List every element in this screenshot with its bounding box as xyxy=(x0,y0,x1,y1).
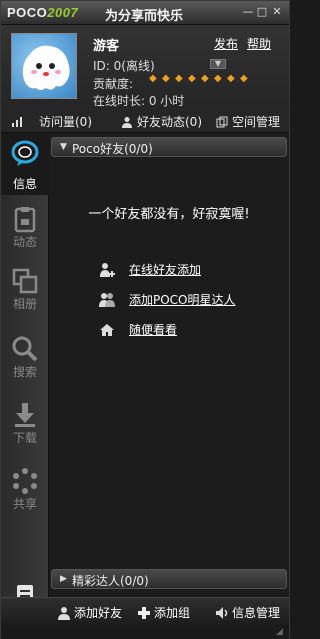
add-person-icon xyxy=(100,262,115,277)
avatar[interactable] xyxy=(11,33,77,99)
copy-pages-icon xyxy=(216,116,228,127)
logo-year: 2007 xyxy=(47,5,79,20)
clipboard-icon xyxy=(14,207,36,233)
person-icon xyxy=(58,606,70,620)
contribution-label: 贡献度: xyxy=(93,77,134,91)
expand-arrow-icon: ▼ xyxy=(60,142,67,152)
add-poco-star-label: 添加POCO明星达人 xyxy=(129,293,236,307)
browse-random-label: 随便看看 xyxy=(129,323,178,337)
nav-item-album[interactable]: 相册 xyxy=(1,261,49,323)
diamond-icon: ◆ xyxy=(201,73,209,84)
nav-label-search: 搜索 xyxy=(12,365,37,379)
add-online-friend-label: 在线好友添加 xyxy=(129,263,202,277)
visits-stat[interactable]: 访问量(0) xyxy=(11,113,92,130)
title-bar[interactable]: POCO2007 为分享而快乐 — □ ✕ xyxy=(1,1,289,25)
download-icon xyxy=(15,403,35,427)
home-icon xyxy=(100,323,114,336)
photo-album-icon xyxy=(12,268,38,294)
add-group-label: 添加组 xyxy=(154,606,191,620)
nav-item-search[interactable]: 搜索 xyxy=(1,329,49,391)
person-icon xyxy=(122,116,132,128)
bar-chart-icon xyxy=(12,116,22,127)
diamond-icon: ◆ xyxy=(227,73,235,84)
resize-grip-icon[interactable]: ◢ xyxy=(276,627,286,637)
browse-random-link[interactable]: 随便看看 xyxy=(99,321,177,338)
group-title-featured: 精彩达人(0/0) xyxy=(72,574,149,588)
diamond-icon: ◆ xyxy=(149,73,157,84)
nav-label-album: 相册 xyxy=(12,297,37,311)
add-online-friend-link[interactable]: 在线好友添加 xyxy=(99,261,201,278)
message-manage-label: 信息管理 xyxy=(232,606,281,620)
plus-icon xyxy=(138,606,150,619)
space-manage-label: 空间管理 xyxy=(232,115,281,129)
diamond-icon: ◆ xyxy=(240,73,248,84)
add-friend-button[interactable]: 添加好友 xyxy=(57,604,122,621)
diamond-icon: ◆ xyxy=(214,73,222,84)
logo-text: POCO xyxy=(7,5,48,20)
online-duration: 在线时长: 0 小时 xyxy=(93,94,185,108)
message-manage-button[interactable]: 信息管理 xyxy=(215,604,280,621)
publish-link[interactable]: 发布 xyxy=(214,35,238,52)
contribution-diamonds: ◆ ◆ ◆ ◆ ◆ ◆ ◆ ◆ xyxy=(149,74,253,84)
speaker-icon xyxy=(216,606,228,619)
add-group-button[interactable]: 添加组 xyxy=(137,604,190,621)
nav-item-download[interactable]: 下载 xyxy=(1,395,49,457)
nav-label-messages: 信息 xyxy=(12,177,37,191)
empty-friends-message: 一个好友都没有，好寂寞喔! xyxy=(88,207,250,222)
maximize-button[interactable]: □ xyxy=(255,5,269,19)
group-title-poco-friends: Poco好友(0/0) xyxy=(72,142,153,156)
profile-panel: 游客 发布 帮助 ID: 0(离线) ▼ 贡献度: ◆ ◆ ◆ ◆ ◆ ◆ ◆ … xyxy=(1,25,289,109)
stats-bar: 访问量(0) 好友动态(0) 空间管理 xyxy=(1,109,289,133)
friend-updates-stat[interactable]: 好友动态(0) xyxy=(121,113,202,130)
close-button[interactable]: ✕ xyxy=(270,5,284,19)
poco-window: POCO2007 为分享而快乐 — □ ✕ 游客 发布 帮助 ID: 0(离线)… xyxy=(0,0,290,639)
people-icon xyxy=(99,292,115,307)
ghost-avatar-icon xyxy=(22,45,70,90)
nav-item-updates[interactable]: 动态 xyxy=(1,199,49,261)
add-poco-star-link[interactable]: 添加POCO明星达人 xyxy=(99,291,236,308)
share-dots-icon xyxy=(13,468,37,494)
search-icon xyxy=(12,336,38,362)
space-manage-stat[interactable]: 空间管理 xyxy=(216,113,280,130)
status-bar: ◢ xyxy=(1,625,289,639)
bottom-toolbar: 添加好友 添加组 信息管理 xyxy=(1,597,289,625)
collapse-arrow-icon: ▶ xyxy=(60,574,67,584)
nav-label-download: 下载 xyxy=(12,431,37,445)
main-panel: ▼ Poco好友(0/0) 一个好友都没有，好寂寞喔! 在线好友添加 添加POC… xyxy=(49,133,289,625)
minimize-button[interactable]: — xyxy=(241,5,255,19)
diamond-icon: ◆ xyxy=(188,73,196,84)
visits-label: 访问量(0) xyxy=(39,115,92,129)
group-header-poco-friends[interactable]: ▼ Poco好友(0/0) xyxy=(51,137,287,157)
app-logo: POCO2007 xyxy=(7,5,78,20)
user-id-status: ID: 0(离线) xyxy=(93,59,155,73)
status-dropdown-icon[interactable]: ▼ xyxy=(210,59,226,69)
nav-label-updates: 动态 xyxy=(12,235,37,249)
nickname: 游客 xyxy=(93,39,120,54)
nav-label-share: 共享 xyxy=(12,497,37,511)
help-link[interactable]: 帮助 xyxy=(247,35,271,52)
friend-updates-label: 好友动态(0) xyxy=(137,115,202,129)
diamond-icon: ◆ xyxy=(175,73,183,84)
diamond-icon: ◆ xyxy=(162,73,170,84)
add-friend-label: 添加好友 xyxy=(74,606,123,620)
app-slogan: 为分享而快乐 xyxy=(105,9,184,24)
group-header-featured[interactable]: ▶ 精彩达人(0/0) xyxy=(51,569,287,589)
message-bubble-icon xyxy=(11,140,39,166)
nav-item-messages[interactable]: 信息 xyxy=(1,133,49,195)
left-nav-rail: 信息 动态 相册 搜索 下载 共享 xyxy=(1,133,49,625)
nav-item-share[interactable]: 共享 xyxy=(1,461,49,523)
